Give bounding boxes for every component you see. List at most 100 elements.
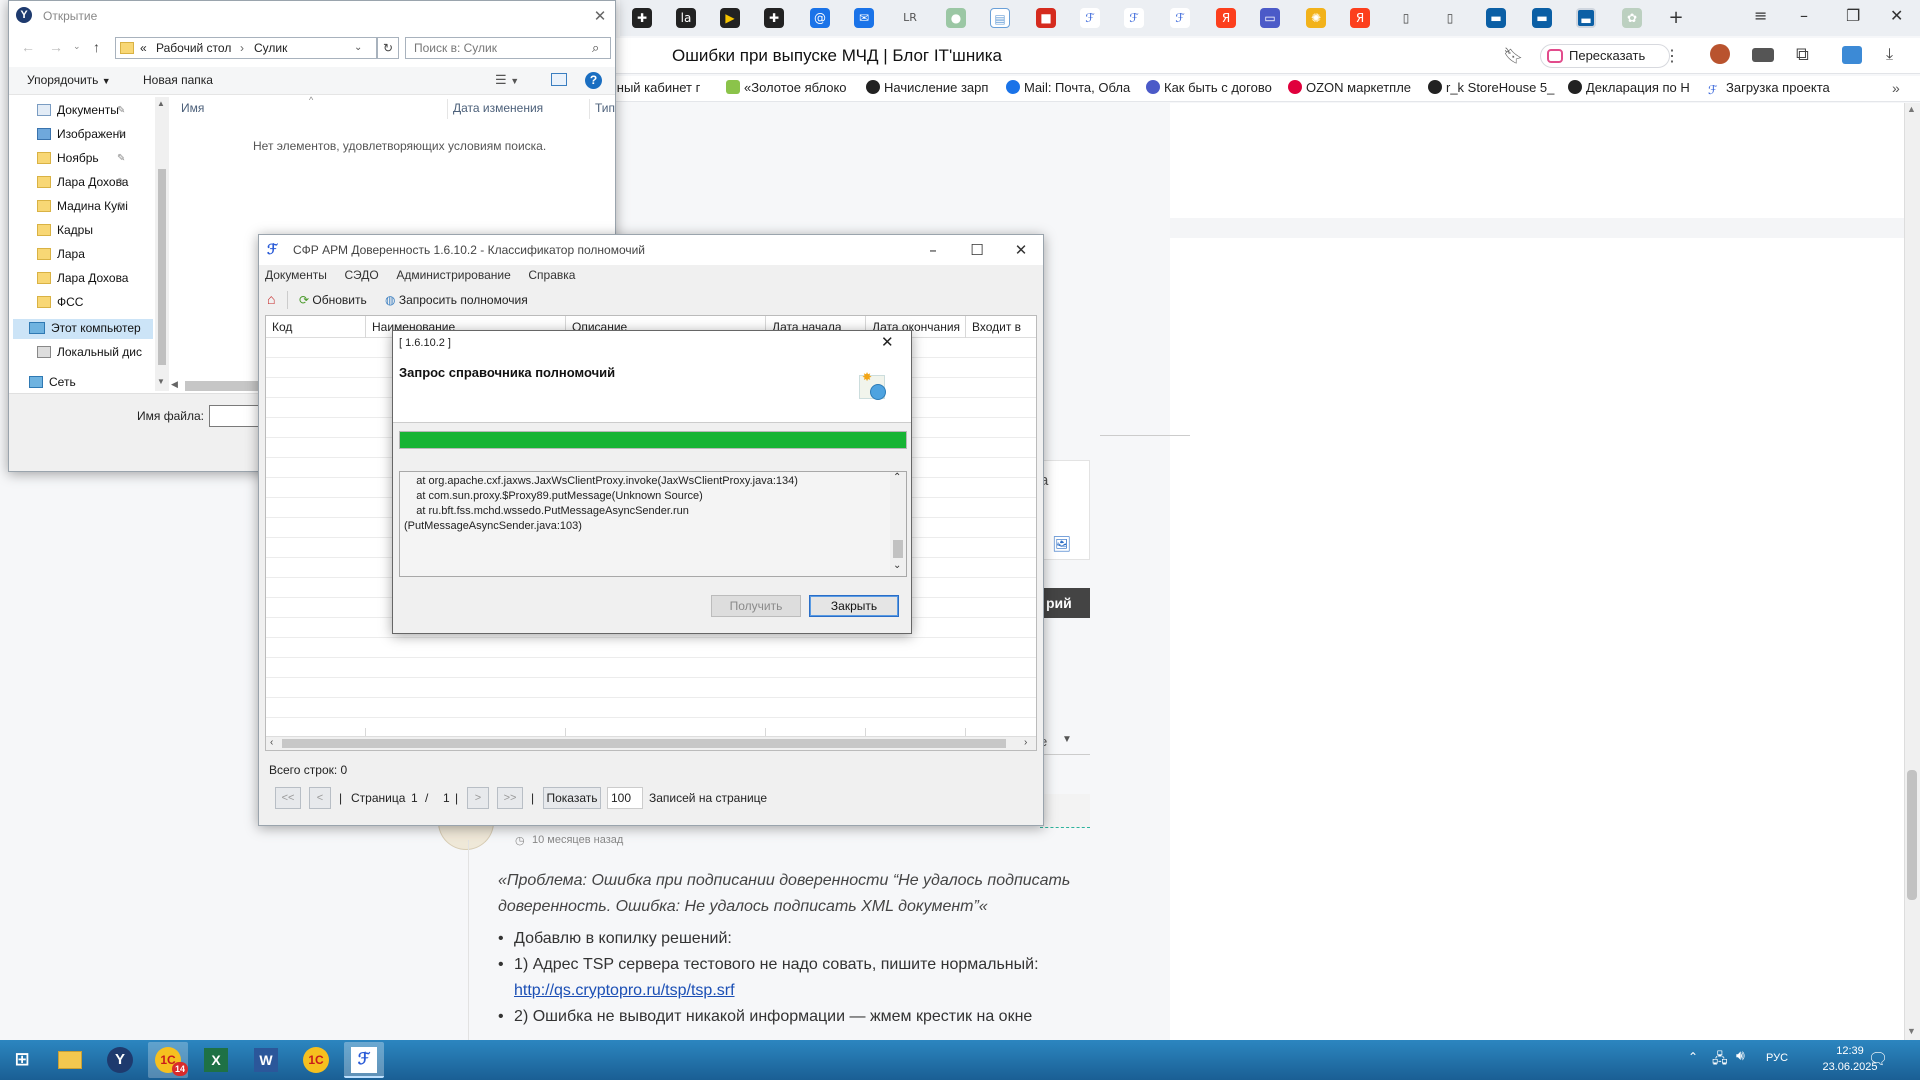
bookmark-item[interactable]: чный кабинет г [610, 80, 700, 95]
minimize-icon[interactable]: – [1800, 6, 1808, 25]
tree-item[interactable]: Локальный дис [37, 345, 142, 359]
home-icon[interactable]: ⌂ [267, 291, 275, 307]
back-arrow-icon[interactable]: ← [21, 39, 35, 55]
extension-icon[interactable] [1752, 48, 1774, 62]
scroll-up-icon[interactable]: ▲ [1907, 104, 1916, 114]
image-icon[interactable]: 🖼︎ [1052, 535, 1071, 553]
sfr-taskbar-button[interactable]: ℱ [344, 1042, 384, 1078]
up-arrow-icon[interactable]: ↑ [93, 39, 100, 55]
scroll-left-icon[interactable]: ‹ [270, 737, 273, 748]
active-tab-icon[interactable]: ▬ [1576, 8, 1596, 28]
mail-tab-icon[interactable]: ✉ [854, 8, 874, 28]
extension-icon[interactable] [1842, 46, 1862, 64]
view-icon[interactable]: ☰ ▼ [495, 72, 519, 88]
column-header[interactable]: Дата изменения [453, 101, 543, 115]
log-scrollbar[interactable]: ⌃ ⌄ [890, 472, 906, 576]
menu-admin[interactable]: Администрирование [396, 268, 510, 282]
close-icon[interactable]: ✕ [999, 235, 1043, 265]
tree-scrollbar[interactable]: ▲ ▼ [155, 97, 169, 391]
tree-item[interactable]: Лара Дохова [37, 271, 128, 285]
page-tab-icon[interactable]: ▯ [1396, 8, 1416, 28]
close-icon[interactable]: ✕ [881, 333, 894, 351]
tree-item[interactable]: Лара [37, 247, 85, 261]
bookmark-item[interactable]: Как быть с догово [1146, 80, 1272, 95]
scroll-up-icon[interactable]: ▲ [157, 99, 165, 108]
bookmark-item[interactable]: ℱ Загрузка проекта [1708, 80, 1830, 97]
path-segment[interactable]: Рабочий стол [156, 41, 231, 55]
tsp-link[interactable]: http://qs.cryptopro.ru/tsp/tsp.srf [514, 978, 735, 1004]
monitor-tab-icon[interactable]: ▬ [1532, 8, 1552, 28]
bookmark-item[interactable]: Mail: Почта, Обла [1006, 80, 1130, 95]
sfr-tab-icon[interactable]: ℱ [1080, 8, 1100, 28]
path-bar[interactable]: « Рабочий стол › Сулик ⌄ [115, 37, 377, 59]
help-icon[interactable]: ? [585, 72, 602, 89]
tab-icon[interactable]: ✚ [632, 8, 652, 28]
scroll-down-icon[interactable]: ▼ [157, 377, 165, 386]
network-icon[interactable]: 🖧︎ [1712, 1048, 1728, 1072]
table-hscrollbar[interactable]: ‹ › [266, 736, 1036, 750]
tree-item-this-pc[interactable]: Этот компьютер [29, 321, 141, 335]
page-tab-icon[interactable]: ▯ [1440, 8, 1460, 28]
refresh-button[interactable]: ⟳ Обновить [299, 293, 367, 307]
chevron-down-icon[interactable]: ⌄ [73, 41, 81, 52]
scroll-up-icon[interactable]: ⌃ [893, 472, 901, 483]
column-header[interactable]: Входит в [972, 320, 1021, 334]
tree-item[interactable]: ФСС [37, 295, 83, 309]
tree-item[interactable]: Кадры [37, 223, 93, 237]
bookmark-item[interactable]: Декларация по Н [1568, 80, 1690, 95]
scrollbar-thumb[interactable] [282, 739, 1006, 748]
tree-item-network[interactable]: Сеть [29, 375, 76, 389]
tab-icon[interactable]: ✿ [1622, 8, 1642, 28]
close-button[interactable]: Закрыть [809, 595, 899, 617]
get-button[interactable]: Получить [711, 595, 801, 617]
tab-icon[interactable]: ✚ [764, 8, 784, 28]
page-scrollbar-thumb[interactable] [1907, 770, 1917, 900]
new-tab-icon[interactable]: + [1666, 8, 1686, 28]
word-taskbar-button[interactable]: W [246, 1042, 286, 1078]
explorer-taskbar-button[interactable] [50, 1042, 90, 1078]
more-icon[interactable]: ⋮ [1664, 46, 1680, 66]
request-permissions-button[interactable]: ◍ Запросить полномочия [385, 293, 528, 307]
search-input[interactable]: Поиск в: Сулик ⌕ [405, 37, 611, 59]
close-icon[interactable]: ✕ [1890, 6, 1903, 25]
new-folder-button[interactable]: Новая папка [143, 73, 213, 87]
scroll-down-icon[interactable]: ▼ [1907, 1026, 1916, 1036]
sfr-tab-icon[interactable]: ℱ [1170, 8, 1190, 28]
mail-tab-icon[interactable]: @ [810, 8, 830, 28]
menu-icon[interactable]: ≡ [1754, 6, 1767, 25]
volume-icon[interactable]: 🔊︎ [1736, 1048, 1745, 1064]
column-header[interactable]: Имя [181, 101, 204, 115]
1c-taskbar-button[interactable]: 1С [296, 1042, 336, 1078]
log-output[interactable]: at org.apache.cxf.jaxws.JaxWsClientProxy… [399, 471, 907, 577]
tab-icon[interactable]: ✺ [1306, 8, 1326, 28]
scrollbar-thumb[interactable] [158, 169, 166, 365]
refresh-icon[interactable]: ↻ [377, 37, 399, 59]
doc-tab-icon[interactable]: ▤ [990, 8, 1010, 28]
yandex-tab-icon[interactable]: Я [1216, 8, 1236, 28]
bookmark-item[interactable]: Начисление зарп [866, 80, 988, 95]
yandex-tab-icon[interactable]: Я [1350, 8, 1370, 28]
download-icon[interactable]: ⤓ [1886, 46, 1893, 64]
retell-button[interactable]: Пересказать [1540, 44, 1670, 68]
tab-lr[interactable]: LR [900, 8, 920, 28]
tree-item[interactable]: Мадина Кумі [37, 199, 128, 213]
restore-icon[interactable]: ❐ [1846, 6, 1860, 25]
first-page-button[interactable]: << [275, 787, 301, 809]
extensions-icon[interactable]: ⧉ [1796, 44, 1809, 65]
search-icon[interactable]: ⌕ [592, 40, 599, 56]
language-indicator[interactable]: РУС [1766, 1052, 1788, 1064]
path-overflow[interactable]: « [140, 41, 147, 55]
bookmark-item[interactable]: «Золотое яблоко [726, 80, 847, 95]
scrollbar-thumb[interactable] [893, 540, 903, 558]
flag-tab-icon[interactable]: ■ [1036, 8, 1056, 28]
path-segment[interactable]: Сулик [254, 41, 287, 55]
scroll-left-icon[interactable]: ◀ [171, 379, 178, 390]
tab-icon[interactable]: ▶ [720, 8, 740, 28]
scroll-down-icon[interactable]: ⌄ [893, 560, 901, 571]
organize-button[interactable]: Упорядочить ▼ [27, 73, 111, 87]
bookmark-icon[interactable]: 🔖︎ [1503, 46, 1523, 66]
forward-arrow-icon[interactable]: → [49, 39, 63, 55]
tree-item[interactable]: Документы [37, 103, 119, 117]
chevron-down-icon[interactable]: ⌄ [354, 42, 362, 53]
hscrollbar-thumb[interactable] [185, 381, 265, 391]
